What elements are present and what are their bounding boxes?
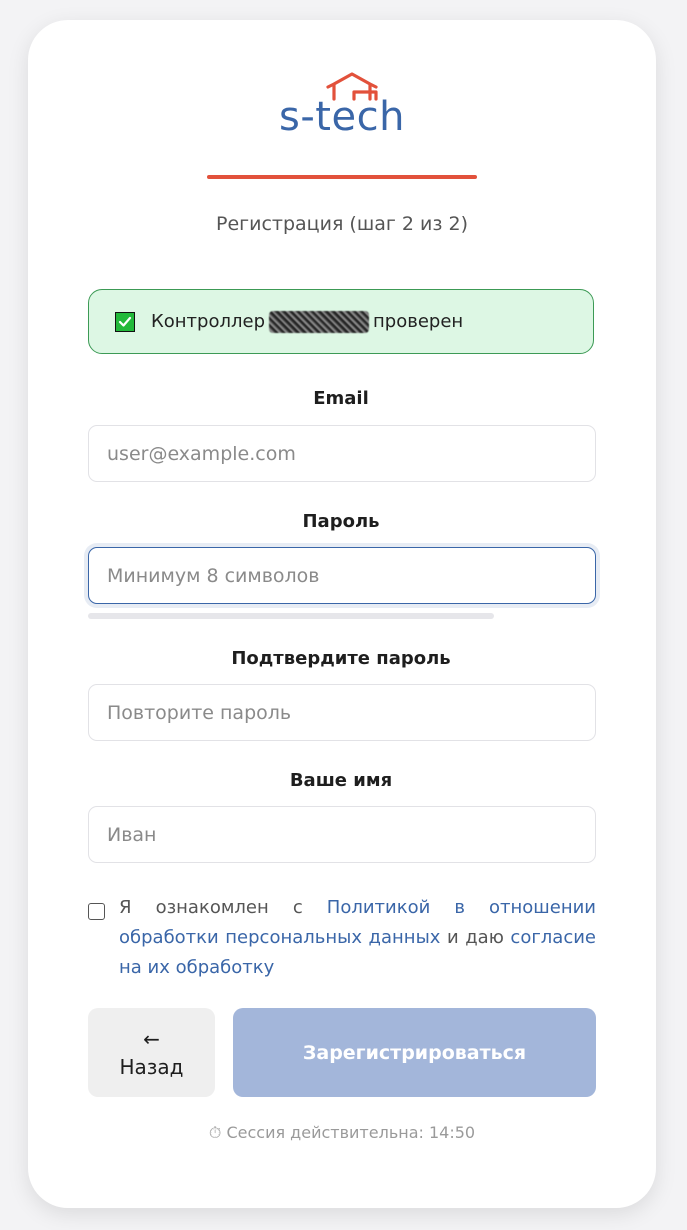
password-strength-bar xyxy=(88,613,494,619)
back-button[interactable]: ← Назад xyxy=(88,1008,215,1097)
accent-divider xyxy=(207,175,477,179)
redacted-scribble xyxy=(269,310,369,333)
consent-checkbox[interactable] xyxy=(88,903,105,920)
alert-prefix: Контроллер xyxy=(151,311,265,332)
page-subtitle: Регистрация (шаг 2 из 2) xyxy=(215,213,469,235)
register-button[interactable]: Зарегистрироваться xyxy=(233,1008,596,1097)
session-timer: ⏱ Сессия действительна: 14:50 xyxy=(208,1123,476,1142)
logo-text: s-tech xyxy=(279,94,405,140)
controller-verified-alert: Контроллер проверен xyxy=(88,289,594,354)
logo: s-tech xyxy=(28,72,656,142)
back-button-label: Назад xyxy=(119,1054,184,1079)
confirm-password-field[interactable] xyxy=(88,684,596,741)
check-icon xyxy=(115,311,135,332)
consent-text: Я ознакомлен с Политикой в отношении обр… xyxy=(119,893,596,983)
register-button-label: Зарегистрироваться xyxy=(302,1041,527,1064)
email-label: Email xyxy=(313,388,369,409)
password-label: Пароль xyxy=(302,511,380,532)
email-field[interactable] xyxy=(88,425,596,482)
password-field[interactable] xyxy=(88,547,596,604)
confirm-password-label: Подтвердите пароль xyxy=(231,648,451,669)
name-field[interactable] xyxy=(88,806,596,863)
arrow-left-icon: ← xyxy=(143,1026,160,1051)
consent-text-before: Я ознакомлен с xyxy=(119,897,327,918)
registration-card: s-tech Регистрация (шаг 2 из 2) Контролл… xyxy=(28,20,656,1208)
alert-suffix: проверен xyxy=(373,311,464,332)
name-label: Ваше имя xyxy=(289,770,393,791)
consent-text-middle: и даю xyxy=(440,927,511,948)
